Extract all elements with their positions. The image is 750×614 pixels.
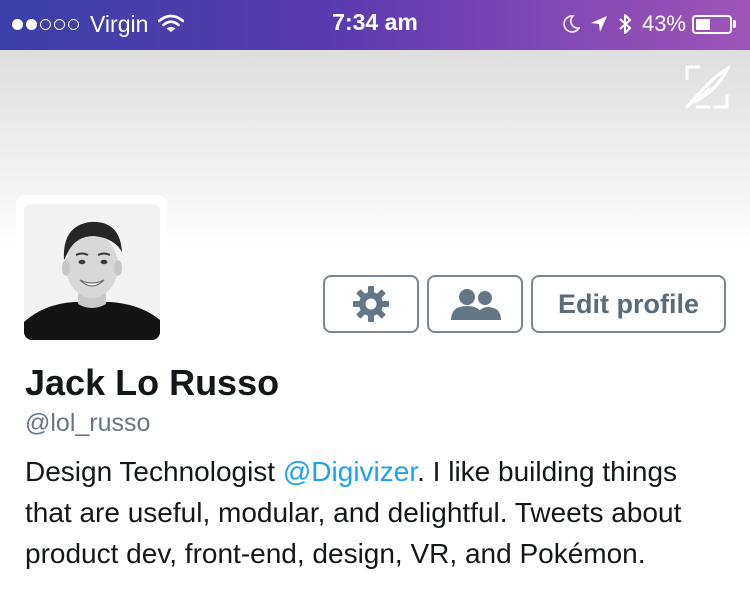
location-arrow-icon [590,15,608,33]
battery-nub [733,20,736,28]
bio-mention-link[interactable]: @Digivizer [283,456,417,487]
profile-name: Jack Lo Russo [25,362,280,403]
edit-profile-button[interactable]: Edit profile [531,275,726,333]
profile-bio: Design Technologist @Digivizer. I like b… [25,451,730,574]
moon-icon [562,14,580,34]
status-bar: Virgin 7:34 am 43% [0,0,750,50]
profile-handle: @lol_russo [25,409,151,437]
avatar[interactable] [24,204,160,340]
bio-text: Design Technologist [25,456,283,487]
people-icon [447,286,503,322]
settings-button[interactable] [323,275,419,333]
compose-tweet-icon[interactable] [684,64,732,110]
battery-level [696,18,710,30]
edit-profile-label: Edit profile [558,288,699,319]
gear-icon [352,285,390,323]
battery-percent: 43% [641,11,686,36]
bluetooth-icon [618,13,632,35]
battery-icon [692,14,732,34]
lists-button[interactable] [427,275,523,333]
status-right: 43% [552,9,736,39]
